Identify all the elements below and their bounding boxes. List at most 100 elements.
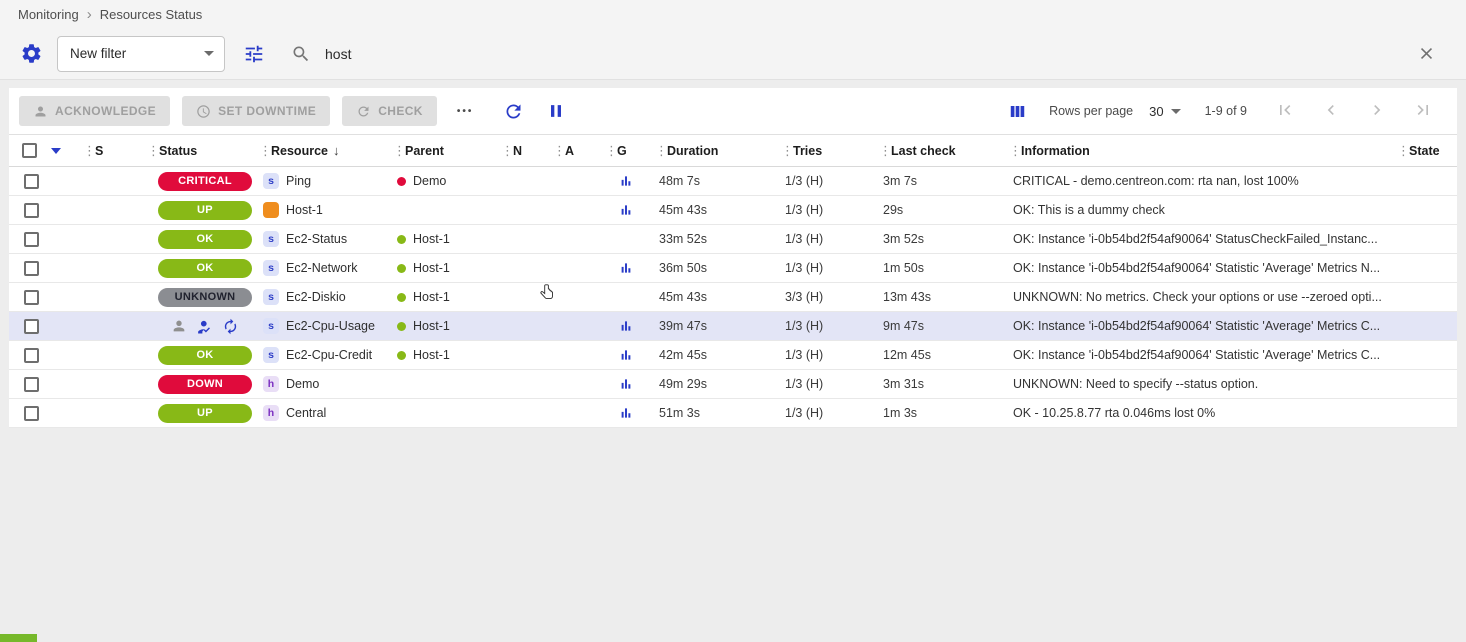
resource-type-icon: s <box>263 289 279 305</box>
table-row[interactable]: UP h Central 51m 3s 1/3 (H) 1m 3s OK - 1… <box>9 399 1457 428</box>
information-cell: UNKNOWN: Need to specify --status option… <box>1009 377 1397 391</box>
information-cell: OK: Instance 'i-0b54bd2f54af90064' Stati… <box>1009 319 1397 333</box>
graph-cell <box>605 261 655 275</box>
row-checkbox[interactable] <box>24 232 39 247</box>
graph-icon[interactable] <box>619 203 633 217</box>
set-downtime-button[interactable]: SET DOWNTIME <box>182 96 330 126</box>
parent-status-dot <box>397 293 406 302</box>
duration-cell: 45m 43s <box>655 203 781 217</box>
row-checkbox[interactable] <box>24 406 39 421</box>
last-check-cell: 12m 45s <box>879 348 1009 362</box>
graph-icon[interactable] <box>619 406 633 420</box>
column-drag-handle[interactable]: ⋮ <box>1397 143 1409 159</box>
breadcrumb-resources-status[interactable]: Resources Status <box>100 7 203 22</box>
information-cell: OK: This is a dummy check <box>1009 203 1397 217</box>
graph-icon[interactable] <box>619 174 633 188</box>
column-drag-handle[interactable]: ⋮ <box>501 143 513 159</box>
column-drag-handle[interactable]: ⋮ <box>147 143 159 159</box>
column-drag-handle[interactable]: ⋮ <box>83 143 95 159</box>
last-check-cell: 1m 3s <box>879 406 1009 420</box>
table-row[interactable]: OK s Ec2-Status Host-1 33m 52s 1/3 (H) 3… <box>9 225 1457 254</box>
row-checkbox[interactable] <box>24 203 39 218</box>
column-header-status[interactable]: Status <box>159 144 197 158</box>
sort-desc-icon[interactable]: ↓ <box>333 143 340 158</box>
column-header-notes[interactable]: N <box>513 144 522 158</box>
more-actions-button[interactable]: ••• <box>449 100 482 123</box>
acknowledge-button[interactable]: ACKNOWLEDGE <box>19 96 170 126</box>
table-row[interactable]: OK s Ec2-Cpu-Credit Host-1 42m 45s 1/3 (… <box>9 341 1457 370</box>
status-cell: DOWN <box>147 375 259 394</box>
column-drag-handle[interactable]: ⋮ <box>553 143 565 159</box>
graph-icon[interactable] <box>619 319 633 333</box>
last-page-icon[interactable] <box>1411 98 1435 125</box>
clear-search-icon[interactable] <box>1413 40 1440 67</box>
previous-page-icon[interactable] <box>1319 98 1343 125</box>
table-row[interactable]: CRITICAL s Ping Demo 48m 7s 1/3 (H) 3m 7… <box>9 167 1457 196</box>
status-cell: OK <box>147 346 259 365</box>
resource-type-icon: s <box>263 318 279 334</box>
search-input[interactable] <box>325 46 925 62</box>
graph-icon[interactable] <box>619 261 633 275</box>
breadcrumb-monitoring[interactable]: Monitoring <box>18 7 79 22</box>
table-row[interactable]: s Ec2-Cpu-Usage Host-1 39m 47s 1/3 (H) 9… <box>9 312 1457 341</box>
check-button[interactable]: CHECK <box>342 96 437 126</box>
column-header-resource[interactable]: Resource <box>271 144 328 158</box>
select-all-checkbox[interactable] <box>22 143 37 158</box>
column-header-action[interactable]: A <box>565 144 574 158</box>
column-drag-handle[interactable]: ⋮ <box>259 143 271 159</box>
column-drag-handle[interactable]: ⋮ <box>655 143 667 159</box>
set-downtime-label: SET DOWNTIME <box>218 104 316 118</box>
graph-icon[interactable] <box>619 377 633 391</box>
column-drag-handle[interactable]: ⋮ <box>393 143 405 159</box>
refresh-list-icon[interactable] <box>499 97 528 126</box>
information-cell: CRITICAL - demo.centreon.com: rta nan, l… <box>1009 174 1397 188</box>
graph-icon[interactable] <box>619 348 633 362</box>
row-checkbox[interactable] <box>24 174 39 189</box>
column-header-information[interactable]: Information <box>1021 144 1090 158</box>
search-icon <box>291 44 311 64</box>
table-row[interactable]: DOWN h Demo 49m 29s 1/3 (H) 3m 31s UNKNO… <box>9 370 1457 399</box>
settings-gear-icon[interactable] <box>16 38 47 69</box>
row-checkbox[interactable] <box>24 319 39 334</box>
graph-cell <box>605 290 655 304</box>
column-header-state[interactable]: State <box>1409 144 1440 158</box>
next-page-icon[interactable] <box>1365 98 1389 125</box>
breadcrumb-separator-icon: › <box>87 7 92 22</box>
column-header-last-check[interactable]: Last check <box>891 144 956 158</box>
parent-status-dot <box>397 264 406 273</box>
duration-cell: 39m 47s <box>655 319 781 333</box>
pagination-range: 1-9 of 9 <box>1205 104 1247 118</box>
column-header-severity[interactable]: S <box>95 144 103 158</box>
column-header-duration[interactable]: Duration <box>667 144 718 158</box>
table-row[interactable]: OK s Ec2-Network Host-1 36m 50s 1/3 (H) … <box>9 254 1457 283</box>
columns-settings-icon[interactable] <box>1004 98 1031 125</box>
resource-type-icon: s <box>263 347 279 363</box>
pause-autorefresh-icon[interactable] <box>542 97 570 125</box>
column-header-parent[interactable]: Parent <box>405 144 444 158</box>
resource-name: Host-1 <box>286 203 323 217</box>
row-checkbox[interactable] <box>24 261 39 276</box>
table-row[interactable]: UNKNOWN s Ec2-Diskio Host-1 45m 43s 3/3 … <box>9 283 1457 312</box>
column-header-tries[interactable]: Tries <box>793 144 822 158</box>
table-row[interactable]: UP Host-1 45m 43s 1/3 (H) 29s OK: This i <box>9 196 1457 225</box>
row-checkbox[interactable] <box>24 377 39 392</box>
row-checkbox[interactable] <box>24 290 39 305</box>
column-drag-handle[interactable]: ⋮ <box>879 143 891 159</box>
filter-bar: New filter <box>0 28 1466 80</box>
filter-tune-icon[interactable] <box>239 39 269 69</box>
row-checkbox[interactable] <box>24 348 39 363</box>
column-header-graph[interactable]: G <box>617 144 627 158</box>
saved-filter-select[interactable]: New filter <box>57 36 225 72</box>
duration-cell: 49m 29s <box>655 377 781 391</box>
resource-name: Demo <box>286 377 319 391</box>
selection-menu-caret-icon[interactable] <box>51 148 61 154</box>
rows-per-page-select[interactable]: 30 <box>1149 104 1180 119</box>
resource-cell: h Demo <box>259 376 393 392</box>
parent-cell: Demo <box>393 174 501 188</box>
parent-name: Host-1 <box>413 232 450 246</box>
column-drag-handle[interactable]: ⋮ <box>1009 143 1021 159</box>
column-drag-handle[interactable]: ⋮ <box>605 143 617 159</box>
parent-name: Host-1 <box>413 319 450 333</box>
column-drag-handle[interactable]: ⋮ <box>781 143 793 159</box>
first-page-icon[interactable] <box>1273 98 1297 125</box>
